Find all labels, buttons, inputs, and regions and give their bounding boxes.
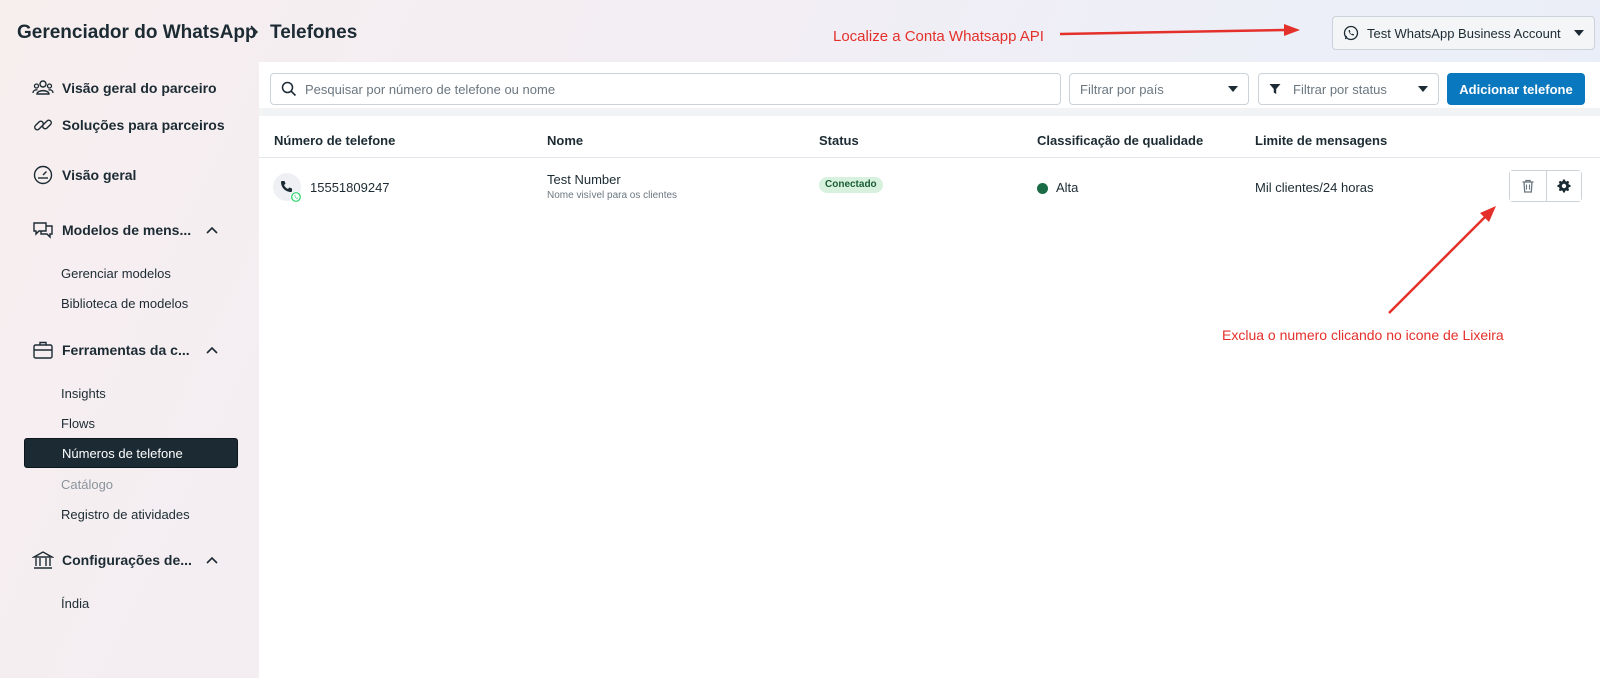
column-header-status[interactable]: Status	[819, 133, 859, 148]
message-limit: Mil clientes/24 horas	[1255, 180, 1374, 195]
sidebar-label: Visão geral	[62, 167, 137, 183]
sidebar-item-insights[interactable]: Insights	[24, 378, 238, 408]
column-header-limit[interactable]: Limite de mensagens	[1255, 133, 1387, 148]
trash-icon	[1522, 179, 1534, 193]
gear-icon	[1557, 179, 1571, 193]
column-header-quality[interactable]: Classificação de qualidade	[1037, 133, 1203, 148]
status-filter[interactable]: Filtrar por status	[1258, 73, 1439, 105]
sidebar: Visão geral do parceiro Soluções para pa…	[0, 62, 250, 678]
chat-icon	[33, 222, 53, 239]
sidebar-label: Configurações de...	[62, 552, 192, 568]
caret-down-icon	[1418, 86, 1428, 92]
search-box[interactable]	[270, 73, 1061, 105]
annotation-account: Localize a Conta Whatsapp API	[833, 28, 1044, 45]
briefcase-icon	[33, 341, 53, 359]
quality-dot	[1037, 183, 1048, 194]
filter-icon	[1269, 84, 1281, 94]
column-header-phone[interactable]: Número de telefone	[274, 133, 395, 148]
sidebar-section-account-tools[interactable]: Ferramentas da c...	[24, 334, 238, 366]
sidebar-item-overview[interactable]: Visão geral	[24, 159, 238, 191]
sidebar-label: Ferramentas da c...	[62, 342, 190, 358]
sidebar-item-phone-numbers[interactable]: Números de telefone	[24, 438, 238, 468]
display-name-caption: Nome visível para os clientes	[547, 190, 678, 201]
sidebar-section-settings[interactable]: Configurações de...	[24, 544, 238, 576]
country-filter[interactable]: Filtrar por país	[1069, 73, 1249, 105]
sidebar-item-india[interactable]: Índia	[24, 588, 238, 618]
main-panel: Filtrar por país Filtrar por status Adic…	[259, 62, 1600, 678]
caret-down-icon	[1228, 86, 1238, 92]
sidebar-label: Visão geral do parceiro	[62, 80, 217, 96]
table-row[interactable]: 15551809247 Test Number Nome visível par…	[259, 158, 1600, 218]
delete-button[interactable]	[1510, 171, 1546, 201]
chevron-right-icon	[250, 25, 259, 39]
page-title: Telefones	[270, 22, 358, 43]
annotation-delete: Exclua o numero clicando no icone de Lix…	[1222, 327, 1504, 343]
breadcrumb-root[interactable]: Gerenciador do WhatsApp	[17, 22, 257, 44]
sidebar-item-activity-log[interactable]: Registro de atividades	[24, 499, 238, 529]
filter-bar: Filtrar por país Filtrar por status Adic…	[259, 62, 1600, 116]
row-actions	[1509, 170, 1582, 202]
table-header: Número de telefone Nome Status Classific…	[259, 124, 1600, 158]
phone-avatar	[273, 173, 302, 203]
sidebar-item-template-library[interactable]: Biblioteca de modelos	[24, 288, 238, 318]
account-label: Test WhatsApp Business Account	[1367, 25, 1561, 41]
sidebar-item-partner-overview[interactable]: Visão geral do parceiro	[24, 72, 238, 104]
country-filter-label: Filtrar por país	[1080, 81, 1164, 97]
sidebar-item-flows[interactable]: Flows	[24, 408, 238, 438]
link-icon	[34, 119, 52, 131]
search-icon	[281, 81, 297, 97]
people-icon	[32, 80, 54, 95]
quality-rating: Alta	[1056, 180, 1079, 195]
phone-number: 15551809247	[310, 180, 390, 195]
display-name: Test Number	[547, 172, 621, 187]
add-phone-button[interactable]: Adicionar telefone	[1447, 73, 1585, 105]
sidebar-label: Soluções para parceiros	[62, 117, 225, 133]
gauge-icon	[33, 165, 53, 185]
sidebar-label: Modelos de mens...	[62, 222, 192, 238]
chevron-up-icon	[206, 556, 218, 564]
chevron-up-icon	[206, 346, 218, 354]
sidebar-item-catalog[interactable]: Catálogo	[24, 469, 238, 499]
sidebar-section-templates[interactable]: Modelos de mens...	[24, 214, 238, 246]
whatsapp-icon	[290, 191, 302, 203]
sidebar-item-partner-solutions[interactable]: Soluções para parceiros	[24, 109, 238, 141]
whatsapp-icon	[1343, 25, 1359, 41]
settings-button[interactable]	[1545, 171, 1581, 201]
status-filter-label: Filtrar por status	[1293, 81, 1387, 97]
caret-down-icon	[1574, 30, 1584, 36]
search-input[interactable]	[305, 81, 1060, 97]
bank-icon	[32, 551, 54, 569]
column-header-name[interactable]: Nome	[547, 133, 583, 148]
chevron-up-icon	[206, 226, 218, 234]
status-badge: Conectado	[819, 177, 883, 193]
account-selector[interactable]: Test WhatsApp Business Account	[1332, 16, 1595, 50]
sidebar-item-manage-templates[interactable]: Gerenciar modelos	[24, 258, 238, 288]
top-bar: Gerenciador do WhatsApp Telefones Locali…	[0, 0, 1600, 62]
